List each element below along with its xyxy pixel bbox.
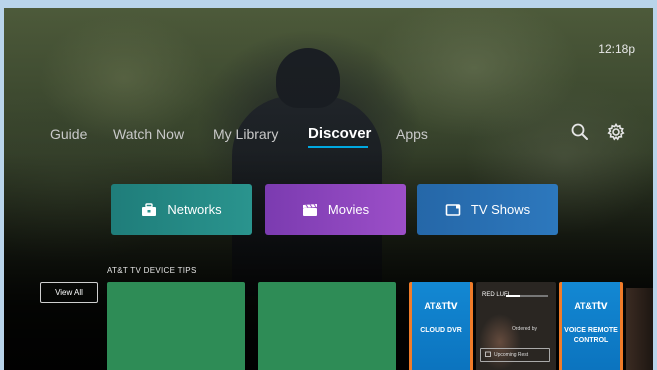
brand-text: AT&T [424, 301, 447, 311]
preview-ordered-text: Ordered by [512, 326, 538, 332]
preview-upcoming-text: Upcoming Rest [494, 352, 529, 358]
att-tv-logo: AT&Ttv [424, 296, 457, 314]
tip-tile[interactable] [107, 282, 245, 370]
preview-upcoming-row: Upcoming Rest [480, 348, 550, 362]
nav-guide[interactable]: Guide [50, 126, 87, 142]
search-icon[interactable] [570, 122, 590, 142]
calendar-icon [485, 351, 491, 359]
tv-shows-label: TV Shows [470, 202, 531, 217]
brand-tv-text: tv [596, 298, 608, 312]
preview-progress-fill [506, 295, 520, 297]
tip-tile-cloud-dvr[interactable]: AT&Ttv CLOUD DVR [409, 282, 473, 370]
tv-screen-icon [445, 203, 461, 217]
tip-label: CLOUD DVR [420, 327, 462, 334]
nav-watch-now[interactable]: Watch Now [113, 126, 184, 142]
brand-tv-text: tv [446, 298, 458, 312]
gear-icon[interactable] [606, 122, 626, 142]
tv-screen: 12:18p Guide Watch Now My Library Discov… [4, 8, 653, 370]
brand-text: AT&T [574, 301, 597, 311]
clock: 12:18p [598, 42, 635, 56]
tip-label: VOICE REMOTE CONTROL [564, 327, 618, 344]
nav-apps[interactable]: Apps [396, 126, 428, 142]
networks-label: Networks [167, 202, 222, 217]
movies-label: Movies [327, 202, 370, 217]
tv-shows-button[interactable]: TV Shows [417, 184, 558, 235]
nav-active-underline [308, 146, 368, 148]
tip-tile-partial[interactable] [626, 288, 653, 370]
tip-tile-preview[interactable]: RED LUFI Ordered by Upcoming Rest [476, 282, 556, 370]
view-all-button[interactable]: View All [40, 282, 98, 303]
nav-my-library[interactable]: My Library [213, 126, 278, 142]
tip-tile[interactable] [258, 282, 396, 370]
att-tv-logo: AT&Ttv [574, 296, 607, 314]
clapperboard-icon [302, 203, 318, 217]
nav-discover[interactable]: Discover [308, 125, 371, 142]
movies-button[interactable]: Movies [265, 184, 406, 235]
networks-button[interactable]: Networks [111, 184, 252, 235]
tip-tile-voice-remote[interactable]: AT&Ttv VOICE REMOTE CONTROL [559, 282, 623, 370]
section-title: AT&T TV DEVICE TIPS [107, 266, 197, 275]
networks-icon [141, 202, 157, 217]
